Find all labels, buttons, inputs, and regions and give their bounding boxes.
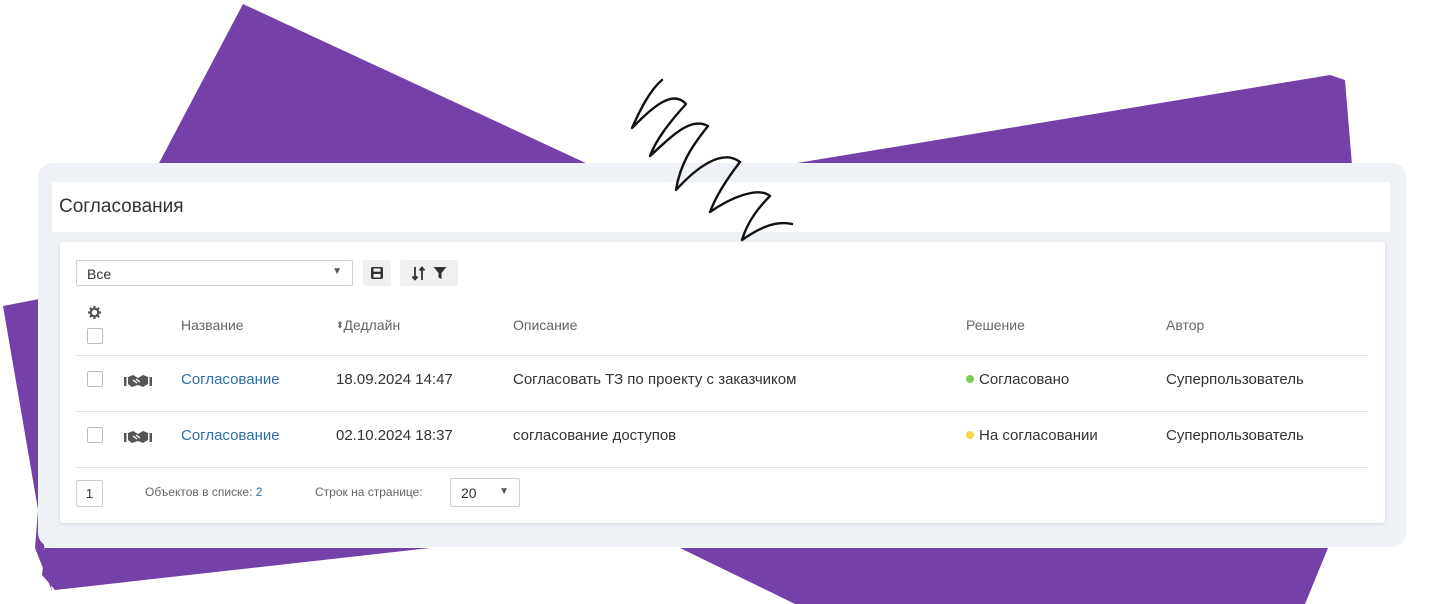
row-description: Согласовать ТЗ по проекту с заказчиком: [513, 371, 797, 388]
row-checkbox[interactable]: [87, 427, 103, 443]
objects-count-value: 2: [255, 485, 263, 499]
divider: [76, 355, 1368, 356]
objects-count: Объектов в списке: 2: [145, 485, 262, 499]
filter-select[interactable]: Все ▼: [76, 260, 353, 286]
page-header: Согласования: [52, 182, 1390, 232]
rows-per-page-label: Строк на странице:: [315, 485, 423, 499]
row-name-link[interactable]: Согласование: [181, 427, 280, 444]
row-checkbox[interactable]: [87, 371, 103, 387]
rows-per-page-value: 20: [461, 485, 477, 501]
filter-select-value: Все: [87, 266, 112, 282]
row-decision: На согласовании: [966, 427, 1098, 444]
row-decision-label: На согласовании: [979, 427, 1098, 444]
caret-down-icon: ▼: [499, 486, 509, 497]
purple-shape-bottom-right: [680, 548, 1328, 604]
rows-per-page-select[interactable]: 20 ▼: [450, 478, 520, 507]
handshake-icon: [124, 375, 152, 387]
filter-icon[interactable]: [433, 266, 447, 280]
handshake-icon: [124, 431, 152, 443]
column-header-author[interactable]: Автор: [1166, 317, 1204, 333]
page-title: Согласования: [59, 196, 184, 217]
row-author: Суперпользователь: [1166, 427, 1304, 444]
row-author: Суперпользователь: [1166, 371, 1304, 388]
status-dot: [966, 431, 974, 439]
save-icon: [371, 267, 383, 279]
sort-arrows-icon: ⬍: [336, 320, 344, 330]
column-header-deadline-label: Дедлайн: [343, 317, 401, 333]
gear-icon[interactable]: [88, 306, 101, 319]
save-button[interactable]: [363, 260, 391, 286]
divider: [76, 467, 1368, 468]
row-deadline: 18.09.2024 14:47: [336, 371, 453, 388]
column-header-decision[interactable]: Решение: [966, 317, 1025, 333]
row-decision-label: Согласовано: [979, 371, 1070, 388]
row-deadline: 02.10.2024 18:37: [336, 427, 453, 444]
sort-filter-buttons[interactable]: [400, 260, 458, 286]
sort-icon[interactable]: [411, 265, 427, 281]
purple-shape-bottom-left: [42, 548, 430, 590]
pagination-page-button[interactable]: 1: [76, 480, 103, 507]
divider: [76, 411, 1368, 412]
purple-shape-top-right: [785, 75, 1352, 165]
objects-count-label: Объектов в списке:: [145, 485, 253, 499]
column-header-name[interactable]: Название: [181, 317, 244, 333]
row-description: согласование доступов: [513, 427, 677, 444]
select-all-checkbox[interactable]: [87, 328, 103, 344]
status-dot: [966, 375, 974, 383]
table-panel: Все ▼ Название ⬍Дедлайн Описание Решение…: [60, 242, 1385, 523]
purple-shape-top-left: [158, 4, 590, 165]
column-header-description[interactable]: Описание: [513, 317, 577, 333]
row-decision: Согласовано: [966, 371, 1069, 388]
caret-down-icon: ▼: [332, 266, 342, 277]
row-name-link[interactable]: Согласование: [181, 371, 280, 388]
column-header-deadline[interactable]: ⬍Дедлайн: [336, 317, 400, 333]
